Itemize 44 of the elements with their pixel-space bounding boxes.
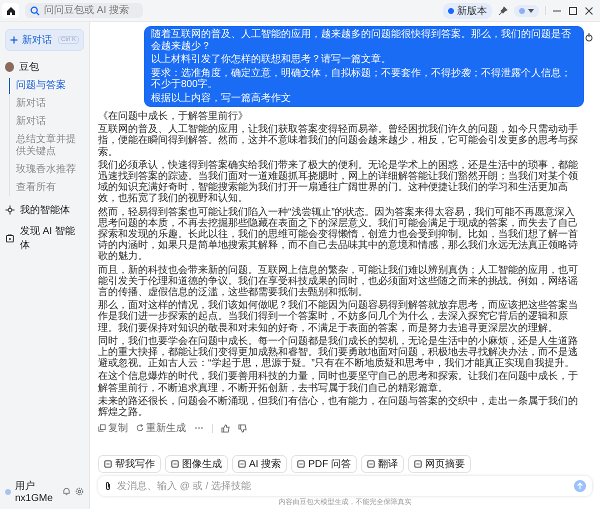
copy-icon — [98, 424, 106, 432]
arrow-up-icon — [576, 482, 584, 490]
thumbs-up-icon[interactable] — [221, 424, 230, 433]
pin-icon[interactable] — [498, 6, 508, 16]
suggestion-chip[interactable]: AI 搜索 — [232, 455, 288, 473]
essay-paragraph: 在这个信息爆炸的时代，我们要善用科技的力量，同时也要坚守自己的思考和探索。让我们在问题中成长，于解答里前行，不断追求真理，不断开拓创新，去书写属于我们自己的精彩篇章。 — [98, 371, 579, 394]
bell-icon[interactable] — [62, 487, 71, 496]
conversation-item[interactable]: 问题与答案 — [9, 78, 84, 94]
essay-paragraph: 那么，面对这样的情况，我们该如何做呢？我们不能因为问题容易得到解答就放弃思考，而应该把这些答案当作是我们进一步探索的起点。当我们得到一个答案时，不妨多问几个为什么，去深入探究它背后的逻辑和原理。我们要保持对知识的敬畏和对未知的好奇，不满足于表面的答案，而是努力去追寻更深层次的理解。 — [98, 300, 579, 334]
regenerate-button[interactable]: 重新生成 — [136, 421, 186, 436]
suggestion-chip[interactable]: PDF 问答 — [291, 455, 358, 473]
suggestion-chip[interactable]: 网页摘要 — [408, 455, 472, 473]
user-avatar-icon — [5, 488, 11, 494]
suggestion-chip[interactable]: 帮我写作 — [98, 455, 161, 473]
essay-paragraph: 我们必须承认，快速得到答案确实给我们带来了极大的便利。无论是学术上的困惑，还是生活中的琐事，都能迅速找到答案的踪迹。当我们面对一道难题抓耳挠腮时，网上的详细解答能让我们豁然开朗；当我们对某个领域的知识充满好奇时，智能搜索能为我们打开一扇通往广阔世界的门。这种便捷让我们的学习和生活更加高效，也拓宽了我们的视野和认知。 — [98, 160, 579, 205]
new-version-badge[interactable]: 新版本 — [443, 2, 492, 18]
essay-paragraph: 而且，新的科技也会带来新的问题。互联网上信息的繁杂，可能让我们难以辨别真伪；人工智能的应用，也可能引发关于伦理和道德的争议。我们在享受科技成果的同时，也必须面对这些随之而来的挑战。例如，网络谣言的传播、虚假信息的泛滥，这些都需要我们去甄别和抵制。 — [98, 264, 579, 298]
thumbs-down-icon[interactable] — [238, 424, 247, 433]
maximize-icon[interactable] — [568, 6, 578, 16]
nav-link[interactable]: 我的智能体 — [20, 203, 70, 217]
user-message: 随着互联网的普及、人工智能的应用，越来越多的问题能很快得到答案。那么，我们的问题是否会越来越少？ 以上材料引发了你怎样的联想和思考？请写一篇文章。 要求：选准角度，确定立意，明确文体，自拟标题；不要套作，不得抄袭；不得泄露个人信息；不少于800字。 根据以上内容，写一篇高考作文 — [144, 26, 584, 107]
essay-paragraph: 然而，轻易得到答案也可能让我们陷入一种“浅尝辄止”的状态。因为答案来得太容易，我们可能不再愿意深入思考问题的本质，不再去挖掘那些隐藏在表面之下的深层意义。我们可能会满足于现成的答案，而失去了自己探索和发现的乐趣。长此以往，我们的思维可能会变得懒惰，创造力也会受到抑制。比如，当我们想了解一首诗的内涵时，如果只是简单地搜索其解释，而不自己去品味其中的意境和情感，那么我们永远无法真正领略诗歌的魅力。 — [98, 206, 579, 263]
avatar-icon — [5, 62, 14, 72]
caret-icon — [528, 8, 534, 12]
plus-icon — [10, 36, 18, 44]
home-button[interactable] — [2, 3, 19, 18]
search-field[interactable]: 问问豆包或 AI 搜索 — [25, 3, 143, 18]
account-dropdown[interactable] — [514, 4, 539, 16]
paperclip-icon[interactable] — [104, 481, 112, 491]
refresh-icon — [136, 424, 144, 432]
user-name[interactable]: 用户nx1GMe — [15, 479, 58, 504]
essay-paragraph: 互联网的普及、人工智能的应用，让我们获取答案变得轻而易举。曾经困扰我们许久的问题，如今只需动动手指，便能在瞬间得到解答。然而，这并不意味着我们的问题会越来越少，相反，它可能会引发更多的思考与探索。 — [98, 124, 579, 158]
essay-paragraph: 同时，我们也要学会在问题中成长。每一个问题都是我们成长的契机，无论是生活中的小麻烦，还是人生道路上的重大抉择，都能让我们变得更加成熟和睿智。我们要勇敢地面对问题，积极地去寻找解决办法，而不是逃避或忽视。正如古人云：“学起于思，思源于疑。”只有在不断地质疑和思考中，我们才能真正实现自我提升。 — [98, 336, 579, 370]
close-icon[interactable] — [584, 6, 594, 16]
nav-link[interactable]: 发现 AI 智能体 — [20, 224, 84, 252]
essay-title: 《在问题中成长，于解答里前行》 — [98, 111, 249, 122]
settings-icon[interactable] — [75, 487, 84, 496]
suggestion-chip[interactable]: 翻译 — [361, 455, 404, 473]
bot-name[interactable]: 豆包 — [19, 60, 39, 74]
message-input[interactable]: 发消息、输入 @ 或 / 选择技能 — [117, 480, 569, 492]
copy-button[interactable]: 复制 — [98, 421, 128, 436]
suggestion-chip[interactable]: 图像生成 — [165, 455, 228, 473]
essay-paragraph: 未来的路还很长，问题会不断涌现，但我们有信心，也有能力，在问题与答案的交织中，走出一条属于我们的辉煌之路。 — [98, 396, 579, 418]
home-icon — [6, 6, 16, 16]
